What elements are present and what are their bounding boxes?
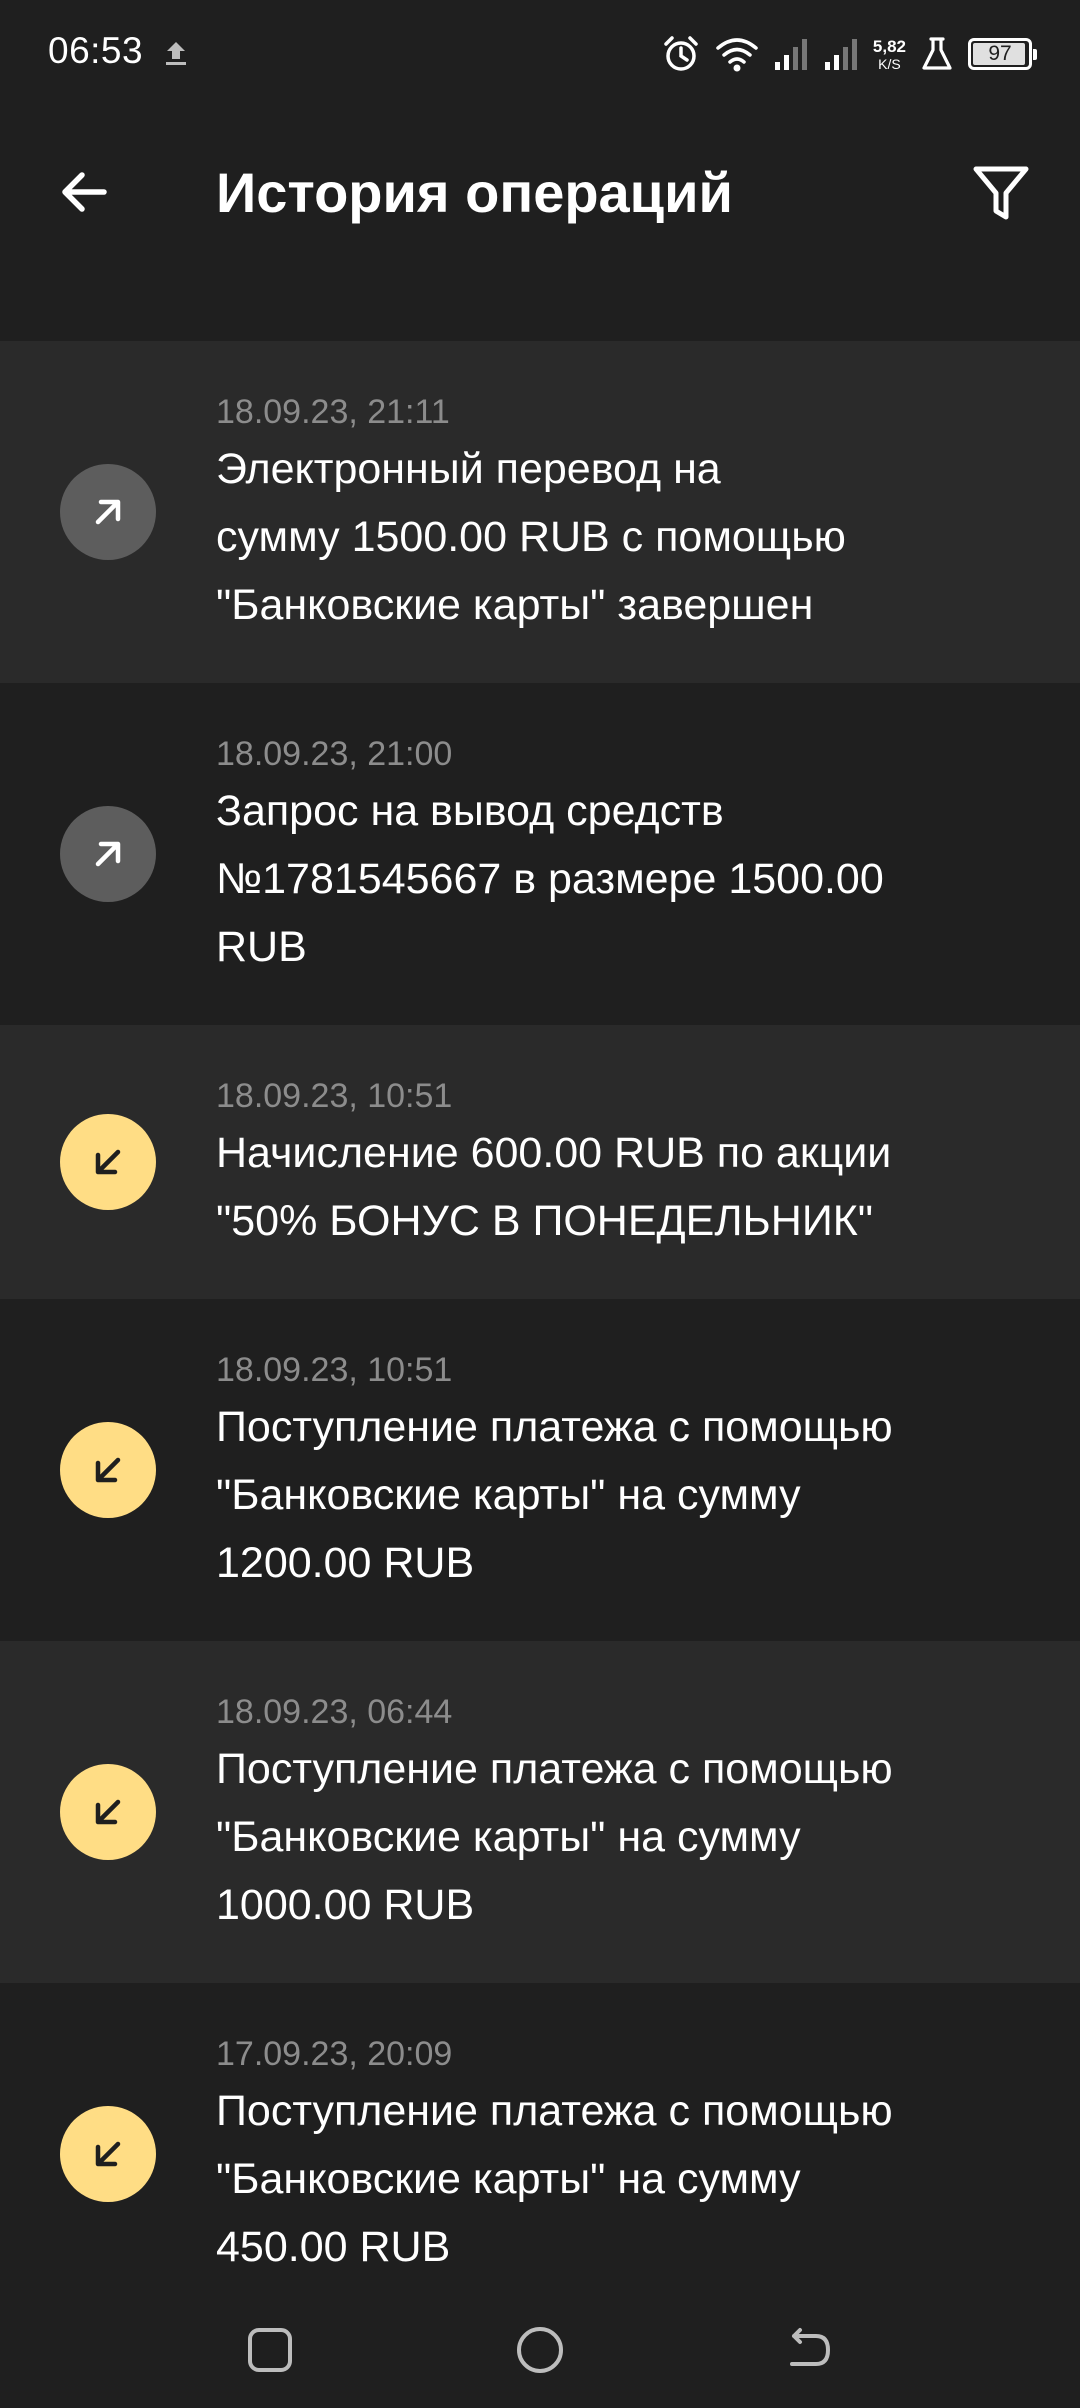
operation-description-line: "50% БОНУС В ПОНЕДЕЛЬНИК" xyxy=(216,1197,874,1245)
operation-description: Запрос на вывод средств №1781545667 в раз… xyxy=(216,777,1020,981)
operation-date: 18.09.23, 21:00 xyxy=(216,735,453,773)
operation-description-line: Поступление платежа с помощью xyxy=(216,1745,893,1793)
network-speed-value: 5,82 xyxy=(872,36,906,56)
upload-icon xyxy=(160,38,192,70)
operation-description-line: Начисление 600.00 RUB по акции xyxy=(216,1129,892,1177)
operation-description: Начисление 600.00 RUB по акции "50% БОНУС… xyxy=(216,1119,1020,1255)
operation-description-line: "Банковские карты" на сумму xyxy=(216,2155,801,2203)
operation-description-line: "Банковские карты" завершен xyxy=(216,581,814,629)
operation-description-line: 1200.00 RUB xyxy=(216,1539,475,1587)
operation-description-line: сумму 1500.00 RUB с помощью xyxy=(216,513,846,561)
incoming-arrow-icon xyxy=(60,1764,156,1860)
back-icon xyxy=(790,2328,830,2366)
back-button[interactable] xyxy=(44,152,124,232)
battery-icon: 97 xyxy=(968,38,1037,70)
navigation-bar xyxy=(0,2290,1080,2408)
operation-description-line: RUB xyxy=(216,923,307,971)
incoming-arrow-icon xyxy=(60,1114,156,1210)
outgoing-arrow-icon xyxy=(60,464,156,560)
operations-list: 18.09.23, 21:11 Электронный перевод на сум… xyxy=(0,341,1080,2325)
wifi-icon xyxy=(715,34,759,74)
operation-description-line: Поступление платежа с помощью xyxy=(216,1403,893,1451)
incoming-arrow-icon xyxy=(60,2106,156,2202)
recents-button[interactable] xyxy=(230,2310,310,2390)
filter-icon xyxy=(973,166,1029,220)
alarm-icon xyxy=(661,34,701,74)
battery-level: 97 xyxy=(988,42,1012,65)
operation-date: 18.09.23, 10:51 xyxy=(216,1077,453,1115)
operation-item[interactable]: 18.09.23, 21:00 Запрос на вывод средств №1… xyxy=(0,683,1080,1025)
filter-button[interactable] xyxy=(962,154,1040,232)
operation-description-line: Поступление платежа с помощью xyxy=(216,2087,893,2135)
screen: 06:53 5,82 K/S 97 История операций 18.09… xyxy=(0,0,1080,2408)
operation-item[interactable]: 18.09.23, 06:44 Поступление платежа с пом… xyxy=(0,1641,1080,1983)
status-icons: 5,82 K/S 97 xyxy=(661,30,1037,78)
status-bar: 06:53 5,82 K/S 97 xyxy=(0,0,1080,110)
operation-description: Электронный перевод на сумму 1500.00 RUB … xyxy=(216,435,1020,639)
operation-description: Поступление платежа с помощью "Банковские… xyxy=(216,1393,1020,1597)
operation-date: 18.09.23, 10:51 xyxy=(216,1351,453,1389)
operation-item[interactable]: 18.09.23, 10:51 Поступление платежа с пом… xyxy=(0,1299,1080,1641)
operation-item[interactable]: 18.09.23, 10:51 Начисление 600.00 RUB по … xyxy=(0,1025,1080,1299)
network-speed: 5,82 K/S xyxy=(873,38,906,71)
signal-icon xyxy=(773,36,809,72)
lab-icon xyxy=(920,36,954,72)
network-speed-unit: K/S xyxy=(878,55,901,72)
arrow-left-icon xyxy=(62,172,107,212)
page-title: История операций xyxy=(216,161,733,224)
status-time: 06:53 xyxy=(48,30,144,71)
operation-description-line: "Банковские карты" на сумму xyxy=(216,1471,801,1519)
operation-description-line: "Банковские карты" на сумму xyxy=(216,1813,801,1861)
operation-item[interactable]: 18.09.23, 21:11 Электронный перевод на сум… xyxy=(0,341,1080,683)
operation-description: Поступление платежа с помощью "Банковские… xyxy=(216,1735,1020,1939)
signal-icon xyxy=(823,36,859,72)
operation-description-line: 450.00 RUB xyxy=(216,2223,451,2271)
operation-description-line: 1000.00 RUB xyxy=(216,1881,475,1929)
operation-description-line: №1781545667 в размере 1500.00 xyxy=(216,855,884,903)
operation-date: 17.09.23, 20:09 xyxy=(216,2035,453,2073)
operation-date: 18.09.23, 21:11 xyxy=(216,393,450,431)
outgoing-arrow-icon xyxy=(60,806,156,902)
home-button[interactable] xyxy=(500,2310,580,2390)
incoming-arrow-icon xyxy=(60,1422,156,1518)
operation-description-line: Запрос на вывод средств xyxy=(216,787,724,835)
operation-description-line: Электронный перевод на xyxy=(216,445,721,493)
operation-date: 18.09.23, 06:44 xyxy=(216,1693,453,1731)
system-back-button[interactable] xyxy=(768,2310,848,2390)
operation-item[interactable]: 17.09.23, 20:09 Поступление платежа с пом… xyxy=(0,1983,1080,2325)
operation-description: Поступление платежа с помощью "Банковские… xyxy=(216,2077,1020,2281)
home-icon xyxy=(517,2327,563,2373)
app-bar: История операций xyxy=(0,110,1080,340)
recents-icon xyxy=(248,2328,292,2372)
